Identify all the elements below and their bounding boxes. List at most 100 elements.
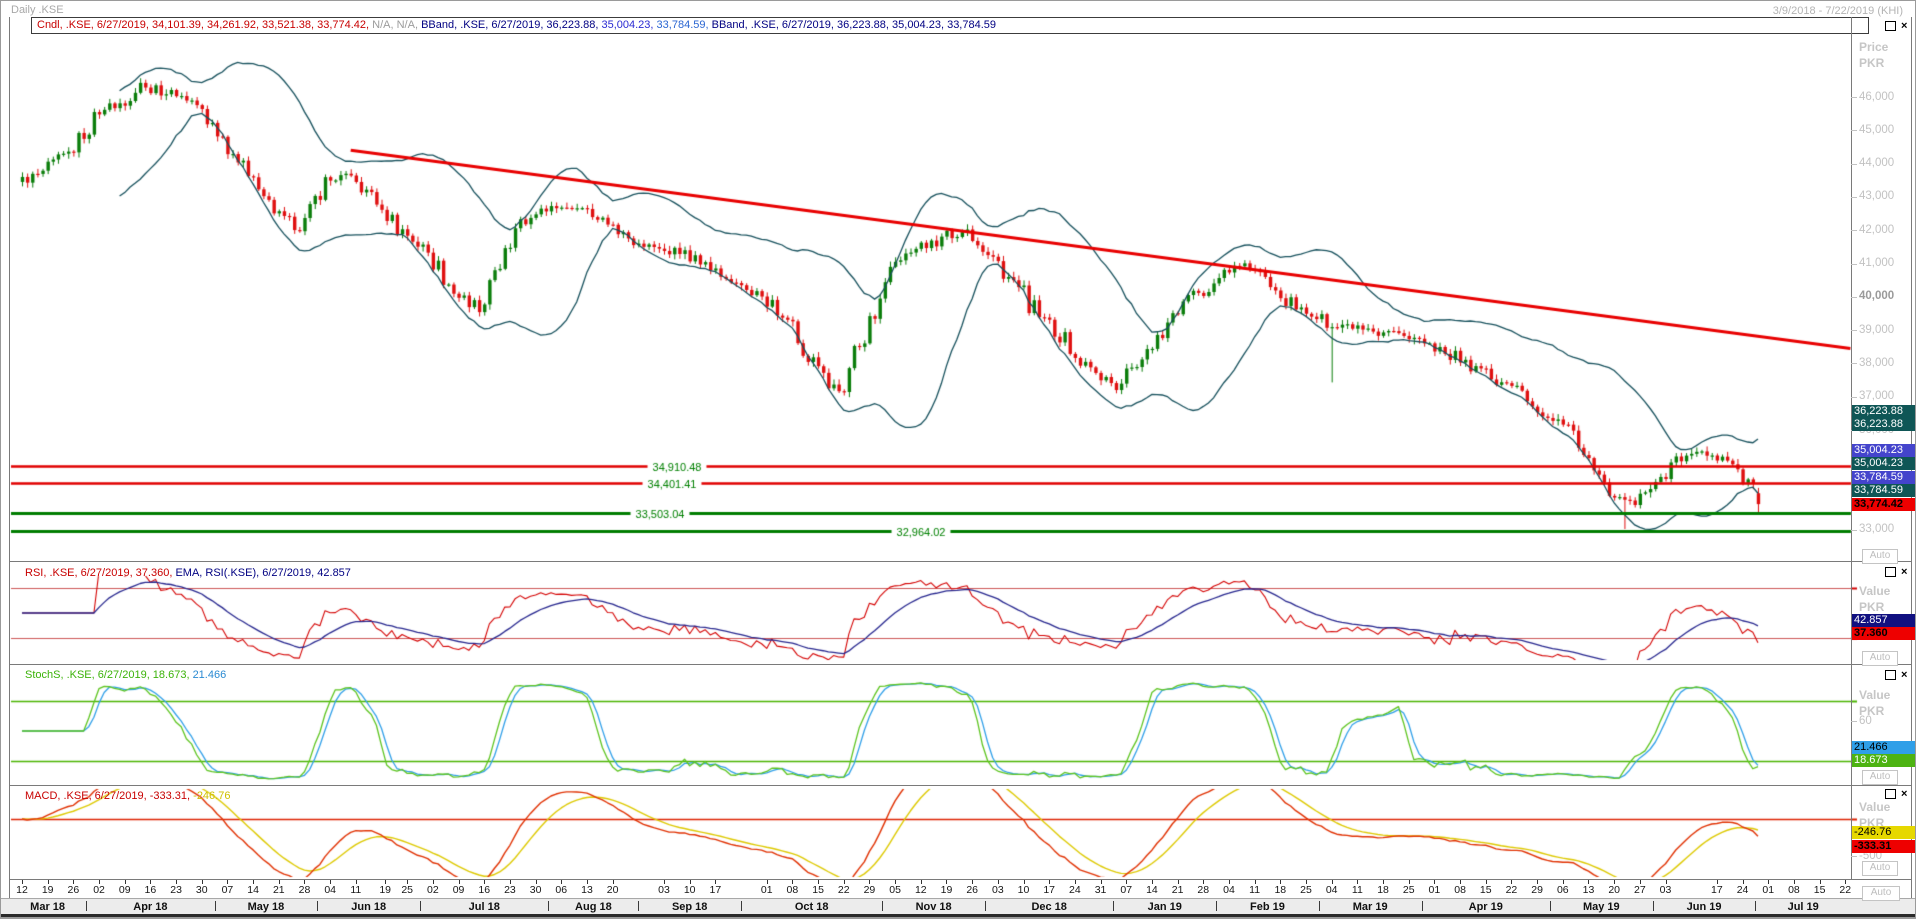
day-tick-row: 1219260209162330071421280411192502091623… xyxy=(1,880,1916,898)
month-label: Nov 18 xyxy=(916,901,952,913)
day-tick-label: 29 xyxy=(1531,884,1543,896)
day-tick-label: 12 xyxy=(915,884,927,896)
day-tick-label: 16 xyxy=(145,884,157,896)
day-tick-label: 07 xyxy=(1120,884,1132,896)
day-tick-label: 25 xyxy=(1403,884,1415,896)
month-label: May 18 xyxy=(248,901,285,913)
chart-window: Daily .KSE 3/9/2018 - 7/22/2019 (KHI) Cn… xyxy=(0,0,1916,919)
day-tick-label: 25 xyxy=(1300,884,1312,896)
rsi-legend: RSI, .KSE, 6/27/2019, 37.360, EMA, RSI(.… xyxy=(25,567,351,579)
main-tick-label: 40,000 xyxy=(1859,290,1894,303)
pane-separator-macd xyxy=(9,785,1912,786)
stoch-pane-window-icons[interactable]: × xyxy=(1885,670,1907,680)
day-tick-label: 22 xyxy=(838,884,850,896)
stoch-auto-button[interactable]: Auto xyxy=(1862,770,1898,785)
day-tick-label: 19 xyxy=(379,884,391,896)
month-label: Jan 19 xyxy=(1148,901,1182,913)
main-tick-mark xyxy=(1851,530,1857,531)
day-tick-label: 27 xyxy=(1634,884,1646,896)
day-tick-label: 25 xyxy=(401,884,413,896)
close-icon[interactable]: × xyxy=(1901,567,1907,577)
legend-segment: N/A, N/A, xyxy=(372,19,421,31)
month-label: Aug 18 xyxy=(575,901,612,913)
day-tick-label: 20 xyxy=(607,884,619,896)
restore-icon[interactable] xyxy=(1885,567,1896,577)
main-price-badge: 35,004.23 xyxy=(1852,444,1916,457)
close-icon[interactable]: × xyxy=(1901,21,1907,31)
day-tick-label: 28 xyxy=(299,884,311,896)
month-label: Jul 19 xyxy=(1788,901,1819,913)
main-tick-mark xyxy=(1851,264,1857,265)
day-tick-label: 05 xyxy=(889,884,901,896)
month-label: Sep 18 xyxy=(672,901,707,913)
month-band: Mar 18Apr 18May 18Jun 18Jul 18Aug 18Sep … xyxy=(1,898,1916,915)
day-tick-label: 01 xyxy=(1762,884,1774,896)
restore-icon[interactable] xyxy=(1885,670,1896,680)
day-tick-label: 13 xyxy=(581,884,593,896)
legend-segment: StochS, .KSE, 6/27/2019, 18.673, xyxy=(25,669,193,681)
stoch-tick-label: 60 xyxy=(1859,715,1872,728)
day-tick-label: 26 xyxy=(966,884,978,896)
close-icon[interactable]: × xyxy=(1901,789,1907,799)
day-tick-label: 22 xyxy=(1839,884,1851,896)
main-price-badge: 36,223.88 xyxy=(1852,418,1916,431)
close-icon[interactable]: × xyxy=(1901,670,1907,680)
month-separator xyxy=(985,901,986,911)
legend-segment: MACD, .KSE, 6/27/2019, -333.31, xyxy=(25,790,193,802)
date-range-label: 3/9/2018 - 7/22/2019 (KHI) xyxy=(1773,5,1903,17)
month-label: Mar 19 xyxy=(1353,901,1388,913)
rsi-price-badge: 42.857 xyxy=(1852,614,1916,627)
main-tick-mark xyxy=(1851,363,1857,364)
rsi-auto-button[interactable]: Auto xyxy=(1862,651,1898,666)
day-tick-label: 03 xyxy=(992,884,1004,896)
day-tick-label: 23 xyxy=(504,884,516,896)
rsi-pane-window-icons[interactable]: × xyxy=(1885,567,1907,577)
macd-legend: MACD, .KSE, 6/27/2019, -333.31, -246.76 xyxy=(25,790,230,802)
month-separator xyxy=(1755,901,1756,911)
main-price-badge: 33,784.59 xyxy=(1852,471,1916,484)
legend-segment: 21.466 xyxy=(193,669,227,681)
main-price-badge: 35,004.23 xyxy=(1852,457,1916,470)
month-separator xyxy=(1319,901,1320,911)
pane-separator-stoch xyxy=(9,664,1912,665)
main-tick-label: 46,000 xyxy=(1859,91,1894,104)
day-tick-label: 17 xyxy=(1711,884,1723,896)
main-tick-label: 43,000 xyxy=(1859,190,1894,203)
main-auto-button[interactable]: Auto xyxy=(1862,549,1898,564)
day-tick-label: 31 xyxy=(1095,884,1107,896)
main-price-badge: 33,784.59 xyxy=(1852,484,1916,497)
main-tick-mark xyxy=(1851,130,1857,131)
chart-canvas xyxy=(1,1,1916,919)
day-tick-label: 15 xyxy=(812,884,824,896)
month-separator xyxy=(1113,901,1114,911)
macd-pane-window-icons[interactable]: × xyxy=(1885,789,1907,799)
plot-left-border xyxy=(9,17,10,914)
main-tick-label: 44,000 xyxy=(1859,157,1894,170)
stoch-price-badge: 21.466 xyxy=(1852,741,1916,754)
main-pane-window-icons[interactable]: × xyxy=(1885,21,1907,31)
legend-segment: 33,784.59, xyxy=(657,19,712,31)
restore-icon[interactable] xyxy=(1885,789,1896,799)
main-tick-mark xyxy=(1851,297,1857,298)
time-axis-auto-button[interactable]: Auto xyxy=(1862,886,1900,901)
month-label: Jun 19 xyxy=(1687,901,1722,913)
main-tick-label: 39,000 xyxy=(1859,324,1894,337)
month-label: Apr 18 xyxy=(133,901,167,913)
day-tick-label: 17 xyxy=(710,884,722,896)
month-separator xyxy=(1653,901,1654,911)
day-tick-label: 30 xyxy=(196,884,208,896)
day-tick-label: 04 xyxy=(1326,884,1338,896)
restore-icon[interactable] xyxy=(1885,21,1896,31)
main-tick-label: 33,000 xyxy=(1859,523,1894,536)
day-tick-label: 08 xyxy=(787,884,799,896)
month-label: Jun 18 xyxy=(351,901,386,913)
pane-separator-rsi xyxy=(9,561,1912,562)
window-title: Daily .KSE xyxy=(11,4,64,16)
day-tick-label: 14 xyxy=(1146,884,1158,896)
macd-auto-button[interactable]: Auto xyxy=(1862,861,1898,876)
day-tick-label: 10 xyxy=(1018,884,1030,896)
month-separator xyxy=(1216,901,1217,911)
month-separator xyxy=(420,901,421,911)
main-tick-mark xyxy=(1851,97,1857,98)
day-tick-label: 03 xyxy=(1660,884,1672,896)
